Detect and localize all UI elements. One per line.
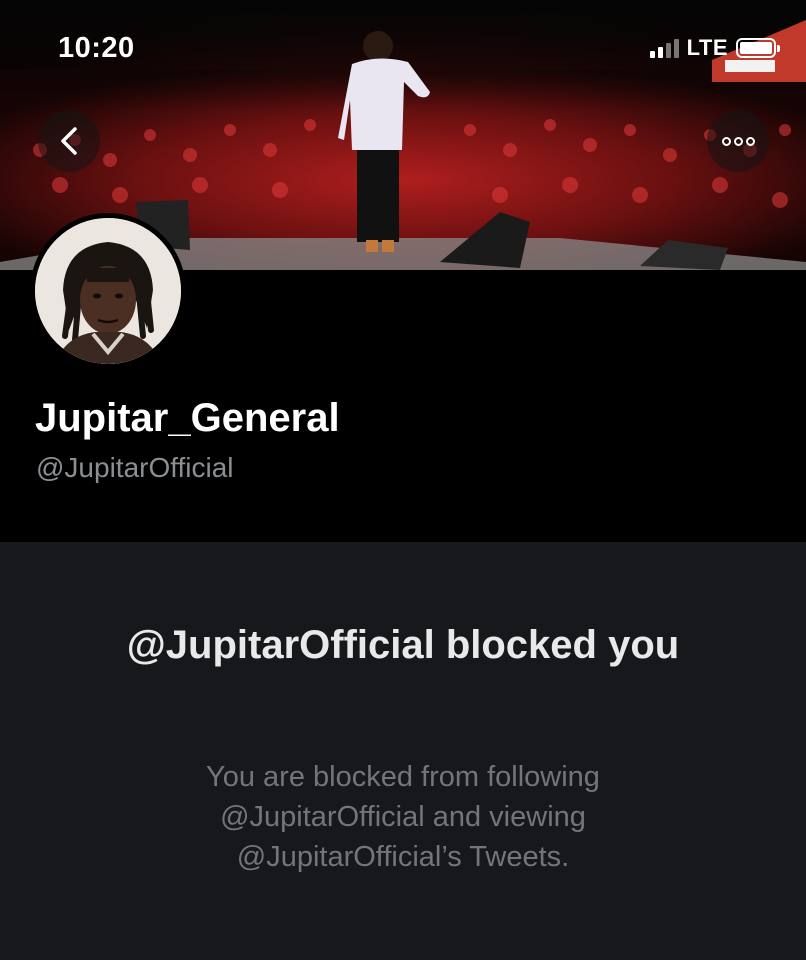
avatar[interactable]: [30, 213, 186, 369]
chevron-left-icon: [61, 127, 77, 155]
more-options-button[interactable]: [707, 110, 769, 172]
profile-handle: @JupitarOfficial: [36, 452, 234, 483]
cellular-signal-icon: [649, 38, 679, 58]
status-bar-time: 10:20: [58, 32, 135, 64]
battery-icon: [736, 38, 780, 58]
blocked-message: You are blocked from following @JupitarO…: [206, 761, 600, 873]
network-type-label: LTE: [686, 35, 728, 60]
profile-photo: [35, 218, 181, 364]
blocked-notice: @JupitarOfficial blocked you You are blo…: [0, 542, 806, 960]
more-horizontal-icon: [721, 136, 755, 146]
status-bar-indicators: LTE: [649, 35, 780, 61]
back-button[interactable]: [38, 110, 100, 172]
profile-display-name: Jupitar_General: [35, 396, 340, 440]
blocked-title: @JupitarOfficial blocked you: [126, 623, 680, 667]
